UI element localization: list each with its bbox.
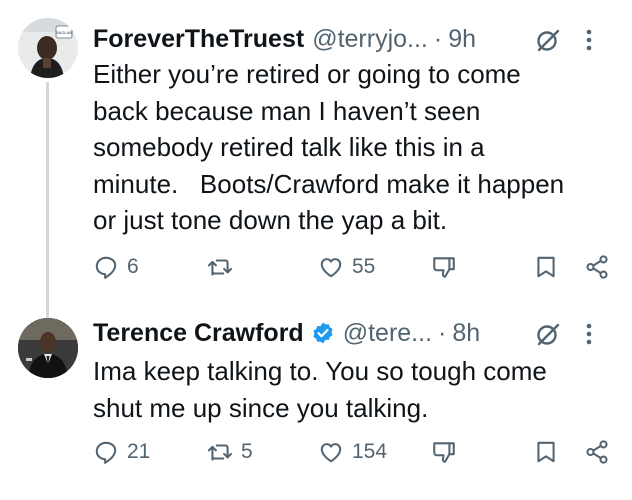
retweet-button[interactable]: 5 <box>207 435 253 469</box>
reply-count: 6 <box>127 255 139 278</box>
bookmark-button[interactable] <box>533 250 559 284</box>
display-name[interactable]: Terence Crawford <box>93 319 304 348</box>
retweet-icon <box>207 444 233 461</box>
reply-icon <box>95 256 117 279</box>
separator-dot: · <box>438 318 447 347</box>
timestamp[interactable]: 8h <box>452 319 480 348</box>
bookmark-icon <box>537 256 555 278</box>
share-button[interactable] <box>584 435 610 469</box>
separator-dot: · <box>433 24 443 53</box>
tweet[interactable]: SAGLAB ForeverTheTruest @terryjo... · 9h… <box>0 0 632 300</box>
reply-button[interactable]: 21 <box>93 435 150 469</box>
tweet-actions: 21 5 154 <box>93 435 616 469</box>
user-handle[interactable]: @tere... <box>343 319 432 348</box>
dislike-button[interactable] <box>431 250 457 284</box>
avatar-image: SAGLAB <box>18 18 78 78</box>
timestamp[interactable]: 9h <box>448 25 476 54</box>
thumbs-down-icon <box>433 257 455 278</box>
heart-icon <box>320 443 342 463</box>
avatar-badge-text: SAGLAB <box>56 30 72 35</box>
share-icon <box>586 440 608 464</box>
tweet-actions: 6 55 <box>93 250 616 284</box>
like-button[interactable]: 154 <box>318 435 387 469</box>
avatar[interactable]: SAGLAB <box>18 18 78 78</box>
more-dots-icon[interactable] <box>584 320 594 348</box>
grok-icon[interactable] <box>534 26 562 54</box>
bookmark-icon <box>537 441 555 463</box>
like-count: 154 <box>352 440 388 463</box>
grok-icon[interactable] <box>534 320 562 348</box>
tweet-text: Ima keep talking to. You so tough come s… <box>93 356 547 423</box>
dislike-button[interactable] <box>431 435 457 469</box>
display-name[interactable]: ForeverTheTruest <box>93 25 304 54</box>
retweet-button[interactable] <box>207 250 241 284</box>
reply-icon <box>95 441 117 464</box>
like-count: 55 <box>352 255 376 278</box>
avatar-image <box>18 318 78 378</box>
share-icon <box>586 255 608 279</box>
tweet-header: Terence Crawford @tere... · 8h <box>93 316 612 350</box>
heart-icon <box>320 258 342 278</box>
thumbs-down-icon <box>433 442 455 463</box>
tweet-text: Either you’re retired or going to come b… <box>93 59 565 235</box>
bookmark-button[interactable] <box>533 435 559 469</box>
reply-button[interactable]: 6 <box>93 250 139 284</box>
verified-badge-icon <box>313 322 333 344</box>
retweet-icon <box>207 259 233 276</box>
reply-count: 21 <box>127 440 151 463</box>
retweet-count: 5 <box>241 440 253 463</box>
more-dots-icon[interactable] <box>584 26 594 54</box>
user-handle[interactable]: @terryjo... <box>312 25 428 54</box>
like-button[interactable]: 55 <box>318 250 375 284</box>
share-button[interactable] <box>584 250 610 284</box>
avatar[interactable] <box>18 318 78 378</box>
tweet-header: ForeverTheTruest @terryjo... · 9h <box>93 22 612 56</box>
